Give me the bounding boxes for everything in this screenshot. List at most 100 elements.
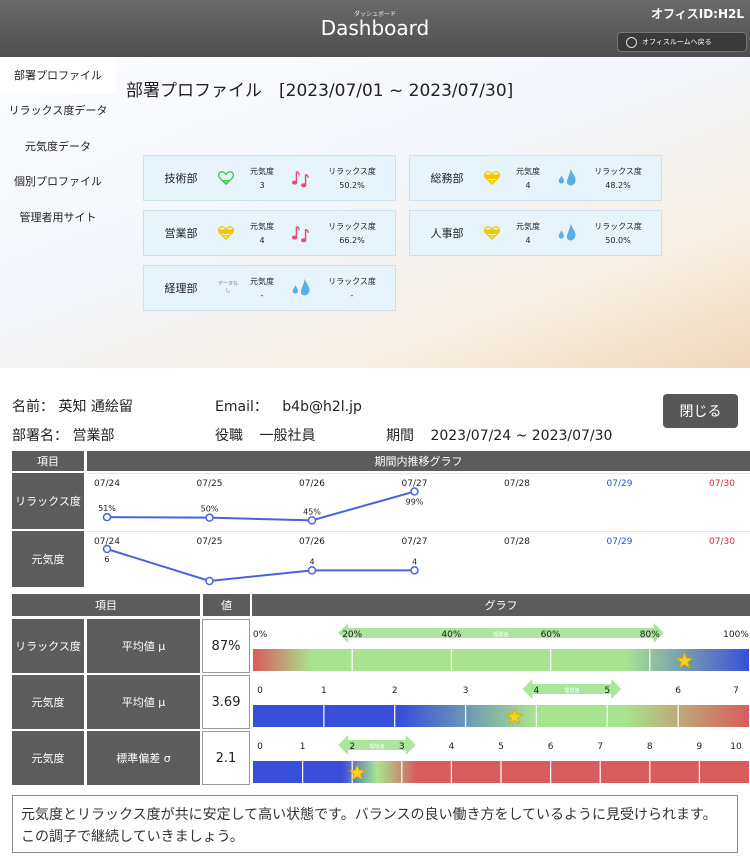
genki-stat: 元気度 4	[510, 166, 546, 190]
office-icon	[626, 36, 637, 48]
music-notes-icon	[291, 226, 309, 243]
scale-tick-label: 0	[257, 686, 263, 696]
music-notes-icon	[291, 171, 309, 188]
relax-stat: リラックス度 66.2%	[322, 221, 382, 245]
genki-label: 元気度	[250, 167, 274, 176]
water-drops-icon	[558, 223, 576, 241]
sidebar-item-department-profile[interactable]: 部署プロファイル	[0, 57, 116, 93]
individual-detail-panel: 名前： 英知 通絵留 Email： b4b@h2l.jp 部署名： 営業部 役職…	[0, 368, 750, 858]
target-range-label: 理想値	[564, 687, 579, 694]
trend-line	[106, 490, 415, 522]
department-card[interactable]: 経理部 データなし 元気度 - リラックス度 -	[143, 265, 396, 311]
date-tick-label: 07/30	[709, 537, 735, 547]
trend-point	[307, 566, 317, 575]
advice-message: 元気度とリラックス度が共に安定して高い状態です。バランスの良い働き方をしているよ…	[12, 795, 738, 853]
stats-item-label: リラックス度	[12, 619, 84, 673]
employee-dept: 営業部	[72, 428, 115, 444]
scale-tick-label: 2	[349, 742, 355, 752]
relax-trend-chart: 07/24 07/25 07/26 07/27 07/28 07/29 07/3051% 50…	[87, 473, 750, 525]
trend-item-header: 項目	[12, 451, 84, 471]
scale-tick-label: 60%	[541, 630, 561, 640]
department-card[interactable]: 技術部 元気度 3 リラックス度 50.2%	[143, 155, 396, 201]
scale-tick-label: 10	[730, 742, 742, 752]
date-tick-label: 07/29	[607, 479, 633, 489]
sidebar: 部署プロファイル リラックス度データ 元気度データ 個別プロファイル 管理者用サ…	[0, 57, 116, 237]
scale-tick-label: 7	[597, 742, 603, 752]
genki-label: 元気度	[250, 222, 274, 231]
date-tick-label: 07/29	[607, 537, 633, 547]
genki-stat: 元気度 -	[244, 276, 280, 300]
department-card[interactable]: 総務部 元気度 4 リラックス度 48.2%	[409, 155, 662, 201]
role-row: 役職 一般社員	[215, 425, 315, 445]
genki-trend-chart: 07/2407/2507/2607/2707/2807/2907/306344	[87, 531, 750, 586]
scale-bar	[253, 649, 749, 671]
top-bar: ダッシュボード Dashboard オフィスID:H2L オフィスルームへ戻る	[0, 0, 750, 57]
scale-tick-label: 1	[300, 742, 306, 752]
period-row: 期間 2023/07/24 ~ 2023/07/30	[386, 425, 612, 445]
trend-graph-header: 期間内推移グラフ	[87, 451, 750, 471]
date-tick-label: 07/30	[709, 479, 735, 489]
trend-genki-label: 元気度	[12, 531, 84, 587]
relax-stat: リラックス度 48.2%	[588, 166, 648, 190]
relax-value: 50.2%	[339, 181, 365, 190]
trend-point	[102, 512, 112, 522]
trend-value-label: 99%	[406, 498, 424, 507]
genki-value: 3	[259, 181, 265, 190]
date-tick-label: 07/25	[197, 537, 223, 547]
relax-label: リラックス度	[594, 222, 642, 231]
sidebar-item-relax-data[interactable]: リラックス度データ	[0, 93, 116, 129]
heart-icon	[218, 171, 234, 185]
sidebar-item-genki-data[interactable]: 元気度データ	[0, 128, 116, 164]
scale-tick-label: 0%	[253, 630, 268, 640]
trend-line	[106, 548, 415, 583]
genki-label: 元気度	[250, 277, 274, 286]
department-name: 総務部	[430, 172, 464, 185]
back-to-office-button[interactable]: オフィスルームへ戻る	[617, 32, 747, 52]
trend-point	[410, 566, 419, 575]
close-button[interactable]: 閉じる	[663, 394, 738, 428]
name-row: 名前： 英知 通絵留	[12, 396, 133, 416]
trend-value-label: 4	[309, 557, 314, 566]
trend-relax-label: リラックス度	[12, 473, 84, 529]
employee-email: b4b@h2l.jp	[282, 399, 362, 415]
relax-value: 66.2%	[339, 236, 365, 245]
sidebar-item-individual-profile[interactable]: 個別プロファイル	[0, 164, 116, 200]
scale-tick-label: 9	[697, 742, 703, 752]
email-label: Email：	[215, 399, 268, 415]
scale-tick-label: 20%	[342, 630, 362, 640]
stats-item-label: 元気度	[12, 675, 84, 729]
stats-value: 87%	[202, 619, 250, 673]
trend-point	[410, 487, 419, 496]
stats-value: 3.69	[202, 675, 250, 729]
stats-graph-header: グラフ	[252, 594, 750, 616]
stats-metric-label: 平均値 μ	[87, 675, 200, 729]
trend-value-label: 50%	[201, 505, 219, 514]
genki-label: 元気度	[516, 167, 540, 176]
trend-point	[205, 513, 214, 522]
stats-item-header: 項目	[12, 594, 200, 616]
employee-period: 2023/07/24 ~ 2023/07/30	[430, 428, 613, 444]
dept-label: 部署名：	[12, 428, 68, 444]
genki-value: 4	[525, 236, 531, 245]
relax-stat: リラックス度 -	[322, 276, 382, 300]
stats-metric-label: 平均値 μ	[87, 619, 200, 673]
date-tick-label: 07/28	[504, 479, 530, 489]
stats-value: 2.1	[202, 731, 250, 785]
scale-tick-label: 1	[321, 686, 327, 696]
heart-icon	[484, 226, 500, 240]
water-drops-icon	[558, 168, 576, 186]
role-label: 役職	[215, 428, 243, 444]
scale-tick-label: 7	[733, 686, 739, 696]
sidebar-item-admin-site[interactable]: 管理者用サイト	[0, 199, 116, 235]
department-profile-panel: 部署プロファイル リラックス度データ 元気度データ 個別プロファイル 管理者用サ…	[0, 57, 750, 368]
department-name: 営業部	[164, 227, 198, 240]
department-card[interactable]: 営業部 元気度 4 リラックス度 66.2%	[143, 210, 396, 256]
scale-tick-label: 0	[257, 742, 263, 752]
department-card[interactable]: 人事部 元気度 4 リラックス度 50.0%	[409, 210, 662, 256]
trend-point	[205, 576, 214, 586]
department-name: 人事部	[430, 227, 464, 240]
genki-stat: 元気度 3	[244, 166, 280, 190]
employee-role: 一般社員	[259, 428, 316, 444]
scale-tick-label: 3	[399, 742, 405, 752]
scale-tick-label: 5	[498, 742, 504, 752]
